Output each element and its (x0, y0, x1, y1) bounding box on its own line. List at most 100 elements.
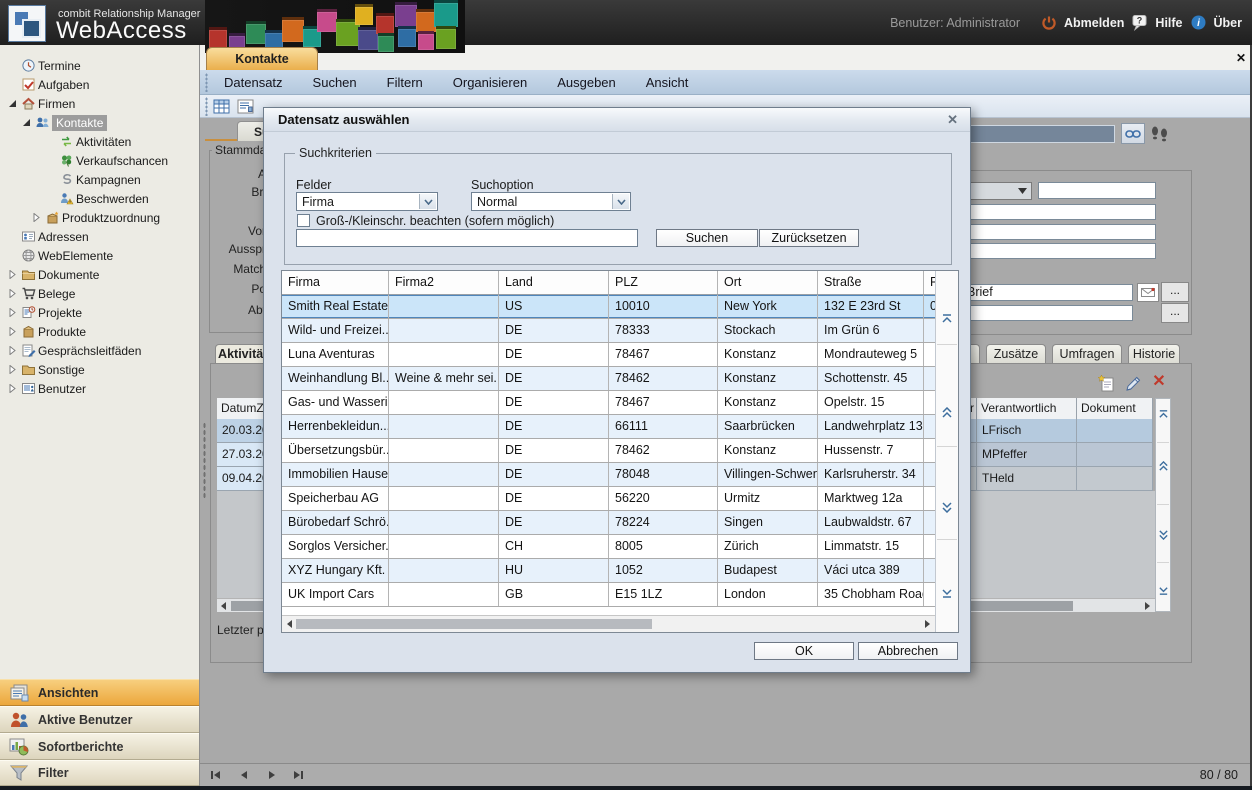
table-row[interactable]: Übersetzungsbür...DE78462KonstanzHussens… (282, 439, 935, 463)
scroll-pageup-icon[interactable] (1158, 461, 1169, 472)
expander-collapsed-icon[interactable] (6, 270, 19, 279)
new-record-icon[interactable] (1097, 374, 1116, 393)
table-row[interactable]: XYZ Hungary Kft.HU1052BudapestVáci utca … (282, 559, 935, 583)
scrollbar-thumb[interactable] (296, 619, 652, 629)
sidebar-item-benutzer[interactable]: Benutzer (0, 379, 204, 398)
menu-datensatz[interactable]: Datensatz (224, 75, 283, 90)
expander-collapsed-icon[interactable] (6, 308, 19, 317)
column-header[interactable]: P (924, 271, 935, 294)
searchoption-dropdown[interactable]: Normal (471, 192, 631, 211)
table-row[interactable]: Wild- und Freizei...DE78333StockachIm Gr… (282, 319, 935, 343)
scroll-left-icon[interactable] (286, 620, 293, 628)
sidebar-item-firmen[interactable]: Firmen (0, 94, 204, 113)
close-tab-icon[interactable]: ✕ (1233, 50, 1249, 66)
table-row[interactable]: Bürobedarf Schrö...DE78224SingenLaubwald… (282, 511, 935, 535)
activity-row[interactable]: LFrisch (963, 419, 1153, 443)
scroll-pagedown-icon[interactable] (941, 501, 953, 513)
sidebar-item-produkte[interactable]: Produkte (0, 322, 204, 341)
footprints-icon[interactable] (1150, 124, 1170, 144)
column-header[interactable]: Ort (718, 271, 818, 294)
scroll-pageup-icon[interactable] (941, 407, 953, 419)
about-button[interactable]: Über (1214, 16, 1242, 30)
column-header[interactable]: Firma2 (389, 271, 499, 294)
form-field[interactable] (940, 204, 1156, 220)
table-row[interactable]: Luna AventurasDE78467KonstanzMondrautewe… (282, 343, 935, 367)
letter-button[interactable] (1137, 283, 1159, 302)
panel-sofortberichte[interactable]: Sofortberichte (0, 733, 199, 760)
sidebar-item-belege[interactable]: Belege (0, 284, 204, 303)
sidebar-item-termine[interactable]: Termine (0, 56, 204, 75)
sidebar-item-aufgaben[interactable]: Aufgaben (0, 75, 204, 94)
ellipsis-button[interactable]: ... (1161, 282, 1189, 302)
reset-button[interactable]: Zurücksetzen (759, 229, 859, 247)
scroll-left-icon[interactable] (220, 602, 227, 610)
scroll-bottom-icon[interactable] (941, 587, 953, 599)
sidebar-item-projekte[interactable]: Projekte (0, 303, 204, 322)
sidebar-item-beschwerden[interactable]: Beschwerden (0, 189, 242, 208)
grid-view-icon[interactable] (213, 99, 230, 114)
expander-expanded-icon[interactable] (6, 99, 19, 108)
menu-ausgeben[interactable]: Ausgeben (557, 75, 616, 90)
nav-prev-icon[interactable] (238, 769, 250, 781)
panel-filter[interactable]: Filter (0, 760, 199, 786)
tab-umfragen[interactable]: Umfragen (1052, 344, 1122, 363)
expander-collapsed-icon[interactable] (6, 346, 19, 355)
menu-organisieren[interactable]: Organisieren (453, 75, 527, 90)
activity-row[interactable]: THeld (963, 467, 1153, 491)
sidebar-item-adressen[interactable]: Adressen (0, 227, 204, 246)
activities-hscrollbar-right[interactable] (963, 598, 1155, 612)
table-row[interactable]: Smith Real EstateUS10010New York132 E 23… (282, 295, 935, 319)
link-button[interactable] (1121, 123, 1145, 144)
list-view-icon[interactable] (237, 99, 254, 114)
table-row[interactable]: Gas- und Wasseri...DE78467KonstanzOpelst… (282, 391, 935, 415)
tab-zusaetze[interactable]: Zusätze (986, 344, 1046, 363)
case-sensitive-checkbox[interactable] (297, 214, 310, 227)
cancel-button[interactable]: Abbrechen (858, 642, 958, 660)
table-row[interactable]: Weinhandlung Bl...Weine & mehr sei...DE7… (282, 367, 935, 391)
search-input[interactable] (296, 229, 638, 247)
form-field[interactable] (940, 243, 1156, 259)
expander-collapsed-icon[interactable] (30, 213, 43, 222)
panel-aktive-benutzer[interactable]: Aktive Benutzer (0, 706, 199, 733)
sidebar-item-verkaufschancen[interactable]: Verkaufschancen (0, 151, 242, 170)
sidebar-item-sonstige[interactable]: Sonstige (0, 360, 204, 379)
table-row[interactable]: UK Import CarsGBE15 1LZLondon35 Chobham … (282, 583, 935, 607)
nav-next-icon[interactable] (266, 769, 278, 781)
sidebar-item-dokumente[interactable]: Dokumente (0, 265, 204, 284)
fields-dropdown[interactable]: Firma (296, 192, 438, 211)
nav-last-icon[interactable] (292, 769, 304, 781)
expander-collapsed-icon[interactable] (6, 289, 19, 298)
expander-collapsed-icon[interactable] (6, 384, 19, 393)
firma-header-field[interactable] (963, 125, 1115, 143)
column-header[interactable]: Land (499, 271, 609, 294)
activities-vscrollbar[interactable] (1155, 398, 1171, 612)
tab-historie[interactable]: Historie (1128, 344, 1180, 363)
sidebar-item-kontakte[interactable]: Kontakte (0, 113, 218, 132)
scroll-right-icon[interactable] (1144, 602, 1151, 610)
sidebar-item-gespraechsleitfaeden[interactable]: Gesprächsleitfäden (0, 341, 204, 360)
column-header[interactable]: Verantwortlich (977, 398, 1077, 419)
dialog-titlebar[interactable]: Datensatz auswählen ✕ (264, 108, 970, 132)
logout-button[interactable]: Abmelden (1064, 16, 1124, 30)
table-row[interactable]: Speicherbau AGDE56220UrmitzMarktweg 12a (282, 487, 935, 511)
expander-collapsed-icon[interactable] (6, 327, 19, 336)
column-header[interactable]: Firma (282, 271, 389, 294)
close-icon[interactable]: ✕ (947, 112, 958, 128)
column-header[interactable]: Straße (818, 271, 924, 294)
activity-row[interactable]: MPfeffer (963, 443, 1153, 467)
scroll-right-icon[interactable] (924, 620, 931, 628)
expander-collapsed-icon[interactable] (6, 365, 19, 374)
ellipsis-button[interactable]: ... (1161, 303, 1189, 323)
results-hscrollbar[interactable] (282, 615, 935, 632)
nav-first-icon[interactable] (210, 769, 222, 781)
form-field[interactable] (1038, 182, 1156, 199)
chevron-down-icon[interactable] (612, 194, 629, 209)
sidebar-item-webelemente[interactable]: WebElemente (0, 246, 204, 265)
splitter-handle[interactable] (203, 422, 206, 500)
form-field[interactable] (940, 224, 1156, 240)
scroll-bottom-icon[interactable] (1158, 585, 1169, 596)
sidebar-item-kampagnen[interactable]: Kampagnen (0, 170, 242, 189)
scroll-top-icon[interactable] (1158, 409, 1169, 420)
chevron-down-icon[interactable] (419, 194, 436, 209)
tab-kontakte[interactable]: Kontakte (206, 47, 318, 70)
